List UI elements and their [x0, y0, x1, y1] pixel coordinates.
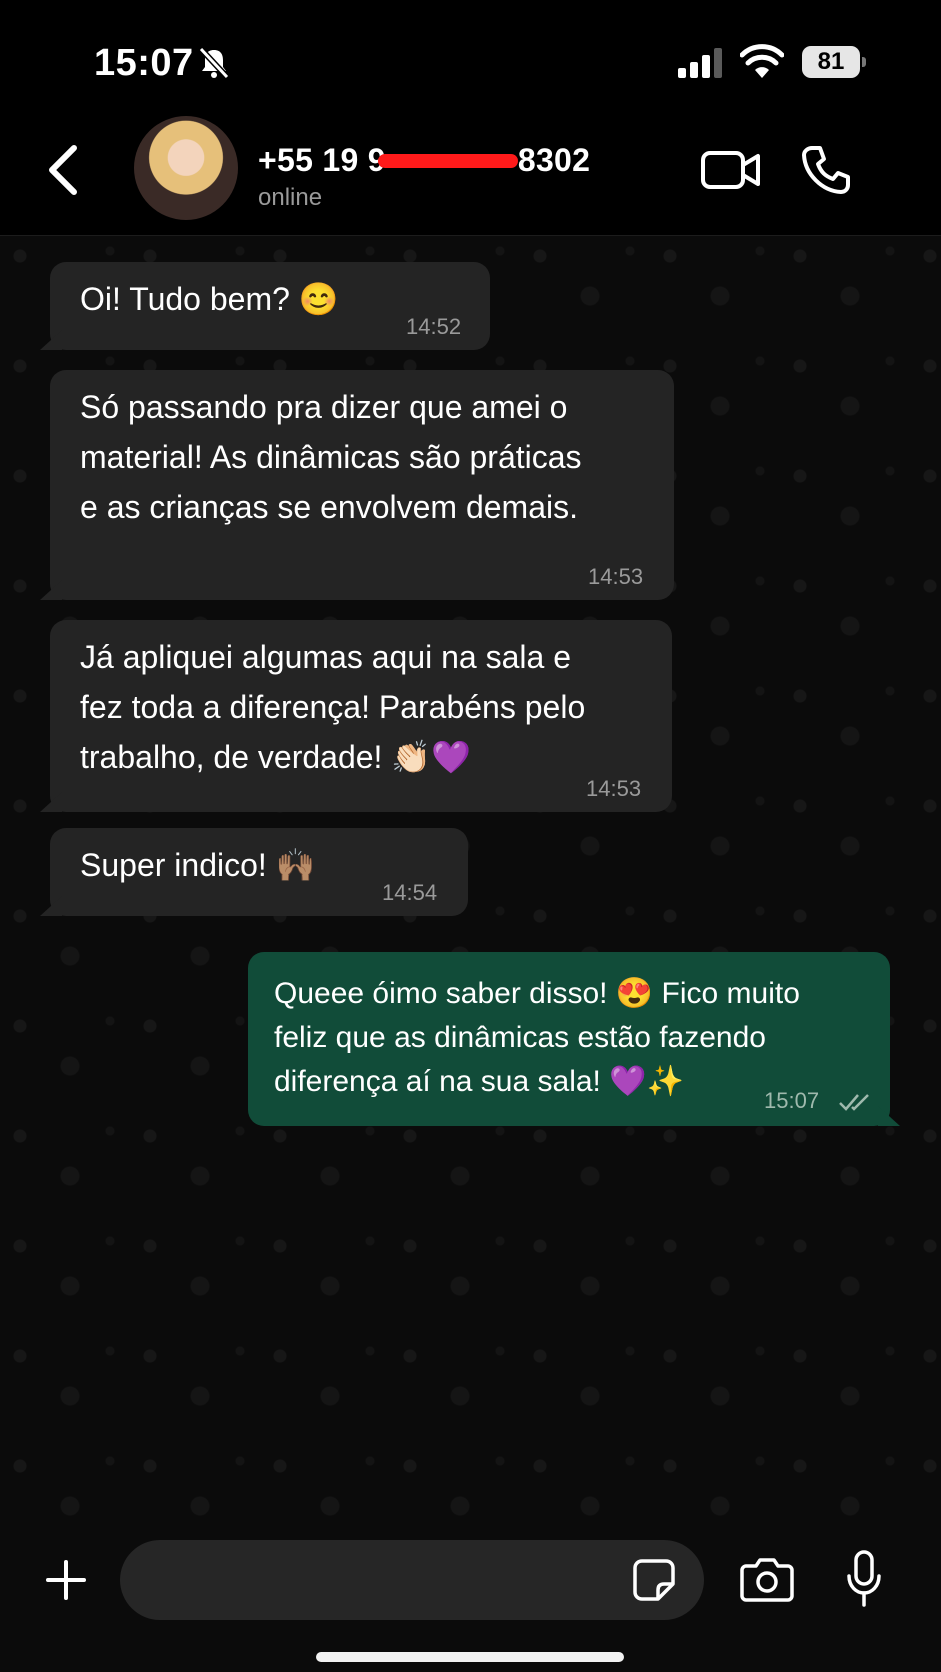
- double-check-icon: [839, 1094, 869, 1111]
- message-text: Super indico! 🙌🏽: [80, 840, 316, 890]
- status-time: 15:07: [94, 42, 194, 84]
- battery-cap: [862, 57, 866, 67]
- input-bar: [0, 1526, 941, 1672]
- message-time: 14:53: [586, 776, 642, 801]
- message-bubble-incoming[interactable]: Super indico! 🙌🏽 14:54: [40, 828, 468, 916]
- status-bar: 15:07 81: [0, 0, 941, 120]
- message-line: Super indico! 🙌🏽: [80, 847, 316, 883]
- contact-status: online: [258, 184, 323, 211]
- message-time: 14:54: [382, 880, 438, 905]
- message-time: 14:53: [588, 564, 644, 589]
- message-text: Só passando pra dizer que amei o materia…: [80, 382, 582, 532]
- message-bubble-outgoing[interactable]: Queee óimo saber disso! 😍 Fico muito fel…: [248, 952, 900, 1126]
- wifi-icon: [740, 44, 784, 78]
- message-text: Já apliquei algumas aqui na sala e fez t…: [80, 632, 585, 782]
- message-line: material! As dinâmicas são práticas: [80, 439, 582, 475]
- plus-icon[interactable]: [44, 1558, 88, 1602]
- bubble-tail: [40, 580, 62, 600]
- battery-level: 81: [802, 46, 860, 78]
- message-time: 14:52: [406, 314, 462, 339]
- message-bubble-incoming[interactable]: Oi! Tudo bem? 😊 14:52: [40, 262, 490, 350]
- contact-number-suffix: 8302: [517, 142, 591, 178]
- message-time: 15:07: [764, 1088, 820, 1113]
- message-line: e as crianças se envolvem demais.: [80, 489, 578, 525]
- message-bubble-incoming[interactable]: Já apliquei algumas aqui na sala e fez t…: [40, 620, 672, 812]
- chat-area[interactable]: Oi! Tudo bem? 😊 14:52 Só passando pra di…: [0, 236, 941, 1526]
- bubble-tail: [40, 792, 62, 812]
- message-input[interactable]: [120, 1540, 704, 1620]
- bubble-tail: [40, 330, 62, 350]
- bubble-tail: [878, 1106, 900, 1126]
- battery-indicator: 81: [802, 46, 866, 78]
- sticker-icon[interactable]: [632, 1558, 676, 1602]
- contact-name[interactable]: +55 19 9 8302: [258, 142, 590, 179]
- message-text: Queee óimo saber disso! 😍 Fico muito fel…: [274, 972, 800, 1104]
- signal-icon: [678, 48, 722, 78]
- message-text: Oi! Tudo bem? 😊: [80, 274, 339, 324]
- message-bubble-incoming[interactable]: Só passando pra dizer que amei o materia…: [40, 370, 674, 600]
- message-line: Só passando pra dizer que amei o: [80, 389, 568, 425]
- contact-number-prefix: +55 19 9: [258, 142, 386, 178]
- message-line: fez toda a diferença! Parabéns pelo: [80, 689, 586, 725]
- home-indicator[interactable]: [316, 1652, 624, 1662]
- message-line: Oi! Tudo bem? 😊: [80, 281, 339, 317]
- back-chevron-icon[interactable]: [44, 142, 84, 198]
- microphone-icon[interactable]: [846, 1550, 882, 1608]
- message-line: feliz que as dinâmicas estão fazendo: [274, 1021, 766, 1054]
- redaction-mark: [377, 153, 518, 168]
- phone-icon[interactable]: [800, 144, 852, 196]
- bubble-tail: [40, 896, 62, 916]
- contact-avatar[interactable]: [134, 116, 238, 220]
- message-line: Queee óimo saber disso! 😍 Fico muito: [274, 977, 800, 1010]
- message-line: trabalho, de verdade! 👏🏻💜: [80, 739, 472, 775]
- chat-header: +55 19 9 8302 online: [0, 116, 941, 236]
- message-line: Já apliquei algumas aqui na sala e: [80, 639, 571, 675]
- bell-slash-icon: [198, 46, 230, 80]
- message-line: diferença aí na sua sala! 💜✨: [274, 1065, 684, 1098]
- video-call-icon[interactable]: [700, 148, 762, 192]
- camera-icon[interactable]: [740, 1556, 794, 1602]
